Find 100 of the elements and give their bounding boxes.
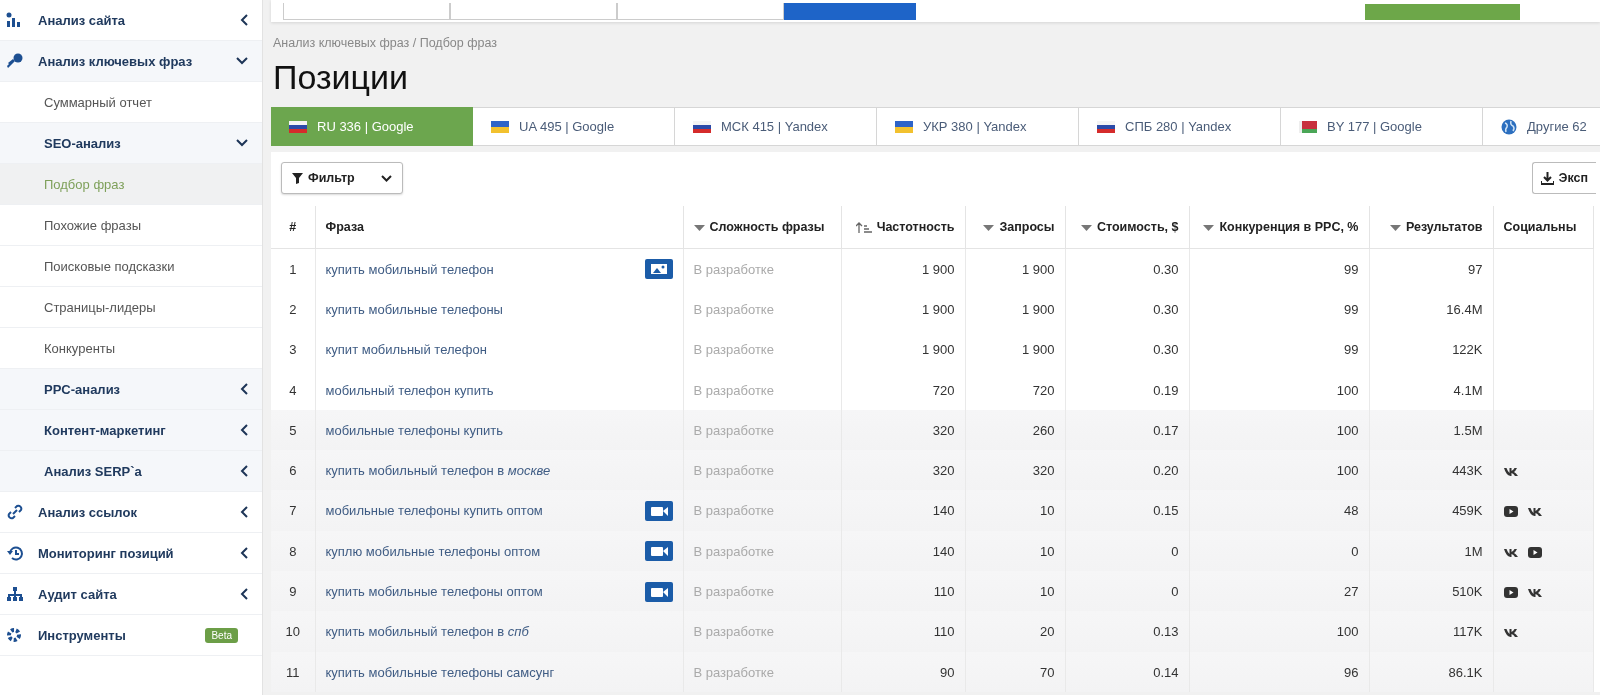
difficulty-cell: В разработке [683, 651, 841, 693]
flag-icon [289, 120, 307, 133]
column-header[interactable]: Сложность фразы [683, 206, 841, 249]
video-camera-icon[interactable] [644, 500, 673, 521]
sitemap-icon [6, 586, 24, 602]
sort-down-icon [1081, 224, 1092, 231]
table-cell: 443K [1369, 450, 1493, 491]
video-camera-icon[interactable] [644, 581, 673, 602]
phrase-link[interactable]: куплю мобильные телефоны оптом [325, 543, 541, 559]
table-cell: 1 900 [841, 248, 965, 290]
chevron-down-icon [381, 174, 392, 182]
table-cell: 320 [965, 450, 1065, 491]
table-cell: 10 [965, 571, 1065, 612]
sort-down-icon [1389, 224, 1401, 231]
sidebar-item[interactable]: Поисковые подсказки [0, 246, 262, 287]
sidebar-item[interactable]: Анализ ключевых фраз [0, 41, 262, 82]
sidebar-item[interactable]: Страницы-лидеры [0, 287, 262, 328]
region-tab[interactable]: СПБ 280 | Yandex [1079, 107, 1281, 146]
filter-dropdown[interactable]: Фильтр [281, 162, 403, 194]
flag-icon [1097, 120, 1115, 133]
table-cell: 99 [1189, 289, 1369, 330]
phrase-link[interactable]: купить мобильные телефоны оптом [325, 584, 543, 599]
table-cell: 1 900 [841, 289, 965, 330]
youtube-logo-icon[interactable] [1527, 546, 1542, 558]
table-cell: 117K [1369, 611, 1493, 652]
sidebar-item[interactable]: Мониторинг позиций [0, 533, 262, 574]
difficulty-cell: В разработке [683, 450, 841, 491]
phrase-link[interactable]: мобильные телефоны купить оптом [325, 503, 543, 519]
table-cell: 110 [841, 571, 965, 612]
column-header[interactable]: Социальны [1493, 206, 1593, 249]
table-cell: 1 900 [841, 329, 965, 370]
region-tab[interactable]: UA 495 | Google [473, 107, 675, 146]
vk-logo-icon[interactable] [1503, 467, 1518, 477]
link-icon [6, 504, 24, 520]
column-header[interactable]: Запросы [965, 206, 1065, 249]
column-header[interactable]: # [271, 206, 315, 249]
youtube-logo-icon[interactable] [1503, 587, 1518, 599]
phrase-link[interactable]: купит мобильный телефон [325, 342, 487, 358]
row-number: 6 [271, 450, 315, 491]
table-cell: 0.30 [1065, 248, 1189, 290]
table-cell: 100 [1189, 450, 1369, 491]
table-cell: 20 [965, 611, 1065, 652]
page-title: Позиции [273, 58, 409, 97]
difficulty-cell: В разработке [683, 611, 841, 652]
column-header[interactable]: Частотность [841, 206, 965, 249]
history-icon [6, 545, 24, 561]
column-header[interactable]: Стоимость, $ [1065, 206, 1189, 249]
sidebar-item[interactable]: Аудит сайта [0, 574, 262, 615]
vk-logo-icon[interactable] [1527, 588, 1542, 598]
sidebar-item[interactable]: Анализ SERP`a [0, 451, 262, 492]
sidebar-item[interactable]: Инструменты Beta [0, 615, 262, 656]
table-cell: 110 [841, 611, 965, 652]
row-number: 9 [271, 571, 315, 612]
region-tab[interactable]: УКР 380 | Yandex [877, 107, 1079, 146]
sort-down-icon [983, 224, 995, 231]
row-number: 3 [271, 329, 315, 370]
flag-icon [693, 120, 711, 133]
export-button[interactable]: Эксп [1531, 162, 1596, 194]
region-tab[interactable]: МСК 415 | Yandex [675, 107, 877, 146]
sidebar-item[interactable]: Похожие фразы [0, 205, 262, 246]
vk-logo-icon[interactable] [1527, 507, 1542, 517]
table-cell: 99 [1189, 329, 1369, 370]
settings-icon [6, 627, 22, 643]
phrase-link[interactable]: мобильный телефон купить [325, 382, 494, 398]
region-tab[interactable]: BY 177 | Google [1281, 107, 1483, 146]
vk-logo-icon[interactable] [1503, 547, 1518, 557]
phrase-link[interactable]: купить мобильные телефоны [325, 301, 503, 317]
table-cell: 122K [1369, 329, 1493, 370]
phrase-link[interactable]: купить мобильные телефоны самсунг [325, 664, 555, 680]
region-tab[interactable]: Другие 62 [1483, 107, 1600, 146]
row-number: 2 [271, 289, 315, 330]
table-cell: 1 900 [965, 248, 1065, 290]
column-header[interactable]: Результатов [1369, 206, 1493, 249]
phrase-link[interactable]: купить мобильный телефон в спб [325, 624, 529, 640]
difficulty-cell: В разработке [683, 289, 841, 330]
image-icon[interactable] [644, 259, 673, 280]
youtube-logo-icon[interactable] [1503, 506, 1518, 518]
table-cell: 510K [1369, 571, 1493, 612]
sort-ascending-icon [855, 222, 872, 234]
beta-badge: Beta [205, 627, 238, 643]
sort-down-icon [1203, 224, 1215, 231]
table-cell: 0.20 [1065, 450, 1189, 491]
sidebar-item[interactable]: Контент-маркетинг [0, 410, 262, 451]
difficulty-cell: В разработке [683, 248, 841, 290]
table-cell: 97 [1369, 248, 1493, 290]
table-cell: 90 [841, 651, 965, 693]
sidebar-item[interactable]: SEO-анализ [0, 123, 262, 164]
flag-icon [895, 120, 913, 133]
phrase-link[interactable]: мобильные телефоны купить [325, 422, 503, 438]
row-number: 11 [271, 651, 315, 693]
sidebar-item[interactable]: PPC-анализ [0, 369, 262, 410]
column-header[interactable]: Фраза [315, 206, 683, 249]
column-header[interactable]: Конкуренция в PPC, % [1189, 206, 1369, 249]
table-cell: 1 900 [965, 289, 1065, 330]
phrase-link[interactable]: купить мобильный телефон в москве [325, 463, 551, 479]
key-icon [6, 53, 24, 69]
phrase-link[interactable]: купить мобильный телефон [325, 261, 494, 277]
sidebar-item[interactable]: Анализ ссылок [0, 492, 262, 533]
video-camera-icon[interactable] [644, 541, 673, 562]
vk-logo-icon[interactable] [1503, 628, 1518, 638]
